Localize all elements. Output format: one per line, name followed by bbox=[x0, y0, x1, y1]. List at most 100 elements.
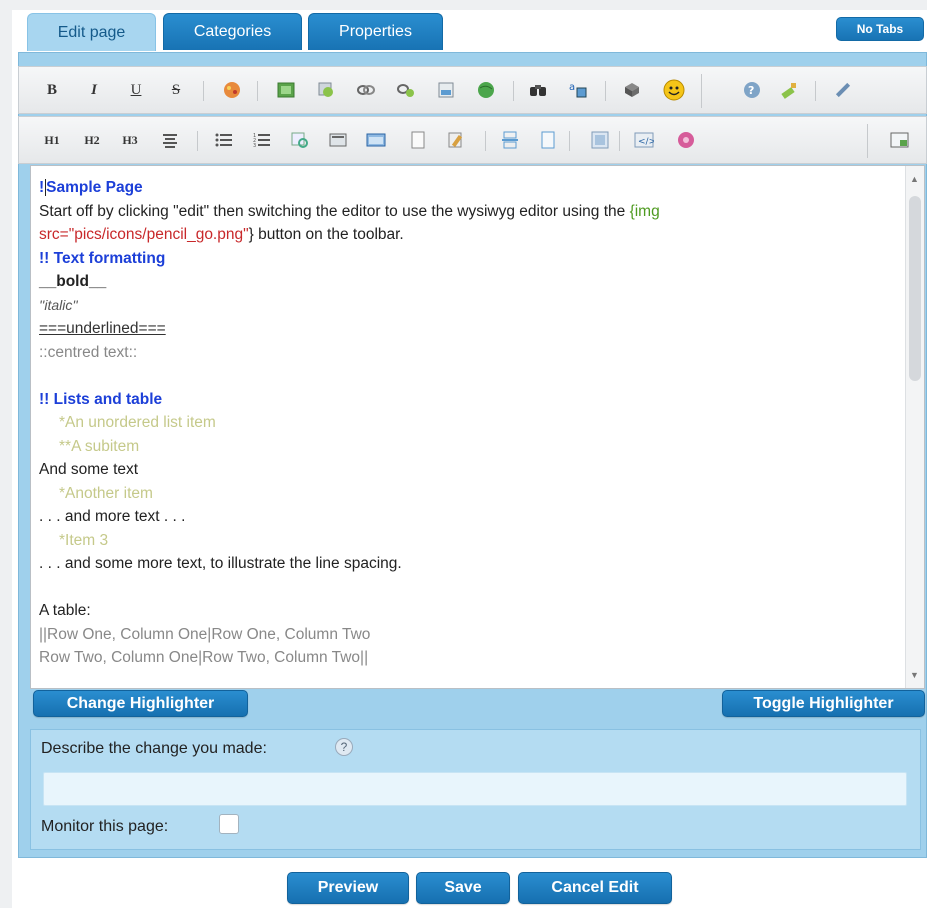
editor-line: And some text bbox=[39, 461, 139, 478]
separator bbox=[513, 81, 514, 101]
page-break-icon[interactable] bbox=[499, 129, 521, 151]
editor-line: . . . and some more text, to illustrate … bbox=[39, 555, 402, 572]
bullet-list-icon[interactable] bbox=[213, 129, 235, 151]
editor-line: *Item 3 bbox=[59, 531, 109, 549]
scroll-up-icon[interactable]: ▲ bbox=[910, 174, 919, 184]
editor-line: A table: bbox=[39, 602, 91, 619]
editor-line: *Another item bbox=[59, 484, 153, 502]
svg-text:?: ? bbox=[748, 84, 754, 97]
heading-marker: ! bbox=[39, 179, 45, 196]
editor-line: ::centred text:: bbox=[39, 343, 138, 361]
toolbar-structure: H1 H2 H3 123 </> bbox=[18, 116, 927, 164]
editor-textarea[interactable]: ! Sample Page Start off by clicking "edit… bbox=[30, 165, 925, 689]
line-text: Start off by clicking "edit" then switch… bbox=[39, 202, 630, 220]
editor-content: ! Sample Page Start off by clicking "edit… bbox=[39, 176, 899, 670]
change-highlighter-button[interactable]: Change Highlighter bbox=[33, 690, 248, 717]
underline-icon[interactable]: U bbox=[125, 79, 147, 101]
monitor-label: Monitor this page: bbox=[41, 818, 169, 835]
editor-line: ===underlined=== bbox=[39, 320, 166, 337]
change-description-box: Describe the change you made: ? Monitor … bbox=[30, 729, 921, 850]
editor-line: ||Row One, Column One|Row One, Column Tw… bbox=[39, 625, 371, 643]
heading1-icon[interactable]: H1 bbox=[41, 129, 63, 151]
separator bbox=[619, 131, 620, 151]
button-label: Save bbox=[444, 879, 482, 896]
fullscreen-icon[interactable] bbox=[889, 129, 911, 151]
box-text-icon[interactable] bbox=[327, 129, 349, 151]
help-icon[interactable]: ? bbox=[741, 79, 763, 101]
separator bbox=[257, 81, 258, 101]
settings-wrench-icon[interactable] bbox=[831, 79, 853, 101]
tab-categories[interactable]: Categories bbox=[163, 13, 302, 50]
heading-text: Sample Page bbox=[45, 179, 143, 196]
align-center-icon[interactable] bbox=[159, 129, 181, 151]
table-icon[interactable] bbox=[365, 129, 387, 151]
smiley-icon[interactable] bbox=[663, 79, 685, 101]
editor-line: __bold__ bbox=[39, 273, 107, 290]
separator bbox=[605, 81, 606, 101]
color-palette-icon[interactable] bbox=[221, 79, 243, 101]
scroll-thumb[interactable] bbox=[909, 196, 921, 381]
editor-line: !! Text formatting bbox=[39, 249, 166, 267]
editor-line: !! Lists and table bbox=[39, 390, 163, 408]
link-icon[interactable] bbox=[355, 79, 377, 101]
tab-properties[interactable]: Properties bbox=[308, 13, 443, 50]
editor-scrollbar[interactable]: ▲ ▼ bbox=[905, 166, 924, 688]
editor-line: . . . and more text . . . bbox=[39, 508, 186, 525]
binoculars-icon[interactable] bbox=[527, 79, 549, 101]
separator bbox=[485, 131, 486, 151]
svg-text:</>: </> bbox=[638, 137, 654, 147]
plugin-attr: src="pics/icons/pencil_go.png" bbox=[39, 226, 249, 243]
globe-icon[interactable] bbox=[475, 79, 497, 101]
scroll-down-icon[interactable]: ▼ bbox=[910, 670, 919, 680]
tab-edit-page[interactable]: Edit page bbox=[27, 13, 156, 51]
describe-label: Describe the change you made: bbox=[41, 740, 267, 757]
wysiwyg-icon[interactable] bbox=[779, 79, 801, 101]
strikethrough-icon[interactable]: S bbox=[165, 79, 187, 101]
tab-label: Edit page bbox=[57, 23, 126, 41]
monitor-checkbox[interactable] bbox=[219, 814, 239, 834]
file-gallery-icon[interactable] bbox=[435, 79, 457, 101]
separator bbox=[867, 124, 868, 158]
edit-page-icon[interactable] bbox=[445, 129, 467, 151]
change-description-input[interactable] bbox=[43, 772, 907, 806]
preview-button[interactable]: Preview bbox=[287, 872, 409, 904]
image-icon[interactable] bbox=[275, 79, 297, 101]
separator bbox=[569, 131, 570, 151]
image-gallery-icon[interactable] bbox=[315, 79, 337, 101]
replace-icon[interactable]: a bbox=[567, 79, 589, 101]
no-tabs-label: No Tabs bbox=[856, 22, 904, 36]
italic-icon[interactable]: I bbox=[83, 79, 105, 101]
separator bbox=[701, 74, 702, 108]
svg-text:a: a bbox=[569, 82, 575, 93]
separator bbox=[197, 131, 198, 151]
button-label: Cancel Edit bbox=[551, 879, 639, 896]
plugin-icon[interactable] bbox=[675, 129, 697, 151]
heading3-icon[interactable]: H3 bbox=[119, 129, 141, 151]
heading2-icon[interactable]: H2 bbox=[81, 129, 103, 151]
button-label: Toggle Highlighter bbox=[753, 694, 894, 712]
editor-line: ''italic'' bbox=[39, 296, 78, 313]
toggle-highlighter-button[interactable]: Toggle Highlighter bbox=[722, 690, 925, 717]
separator bbox=[203, 81, 204, 101]
page-icon[interactable] bbox=[407, 129, 429, 151]
cancel-edit-button[interactable]: Cancel Edit bbox=[518, 872, 672, 904]
plugin-code-icon[interactable]: </> bbox=[633, 129, 655, 151]
save-button[interactable]: Save bbox=[416, 872, 510, 904]
find-icon[interactable] bbox=[289, 129, 311, 151]
toolbar-formatting: B I U S a ? bbox=[18, 66, 927, 114]
external-link-icon[interactable] bbox=[395, 79, 417, 101]
template-icon[interactable] bbox=[589, 129, 611, 151]
new-page-icon[interactable] bbox=[537, 129, 559, 151]
line-text: } button on the toolbar. bbox=[248, 226, 404, 243]
editor-line: Start off by clicking "edit" then switch… bbox=[39, 200, 899, 224]
box-icon[interactable] bbox=[621, 79, 643, 101]
help-icon[interactable]: ? bbox=[335, 738, 353, 756]
numbered-list-icon[interactable]: 123 bbox=[251, 129, 273, 151]
button-label: Preview bbox=[317, 879, 379, 896]
bold-icon[interactable]: B bbox=[41, 79, 63, 101]
editor-line: src="pics/icons/pencil_go.png"} button o… bbox=[39, 223, 899, 247]
plugin-open: {img bbox=[629, 202, 660, 220]
no-tabs-button[interactable]: No Tabs bbox=[836, 17, 924, 41]
